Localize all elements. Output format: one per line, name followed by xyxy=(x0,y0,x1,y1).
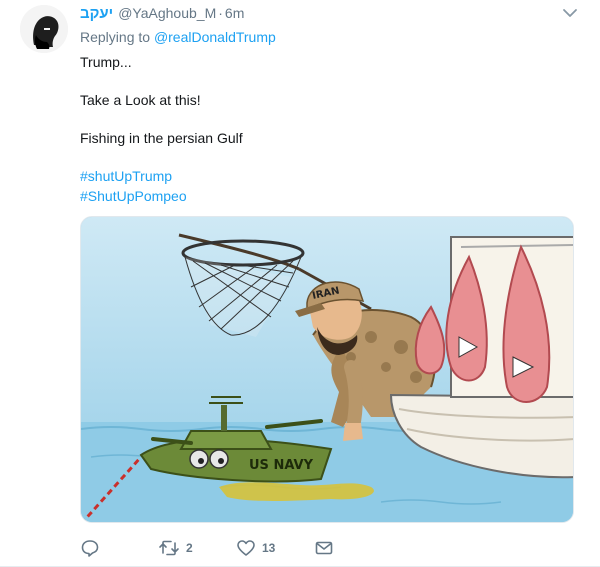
tweet-header: יעקב @YaAghoub_M · 6m xyxy=(80,4,244,22)
retweet-count: 2 xyxy=(186,541,193,555)
heart-icon xyxy=(237,540,255,556)
hashtag-link[interactable]: #ShutUpPompeo xyxy=(80,186,580,206)
like-count: 13 xyxy=(262,541,276,555)
avatar[interactable] xyxy=(20,5,68,53)
separator-dot: · xyxy=(218,5,223,21)
tweet-line: Fishing in the persian Gulf xyxy=(80,130,243,146)
display-name[interactable]: יעקב xyxy=(80,5,113,22)
replying-to: Replying to @realDonaldTrump xyxy=(80,29,276,45)
user-handle[interactable]: @YaAghoub_M xyxy=(118,5,216,21)
direct-message-button[interactable] xyxy=(314,536,354,560)
tweet[interactable]: יעקב @YaAghoub_M · 6m Replying to @realD… xyxy=(0,0,600,567)
replying-to-label: Replying to xyxy=(80,29,151,45)
chevron-down-icon[interactable] xyxy=(562,6,578,18)
avatar-image xyxy=(20,5,68,53)
reply-icon xyxy=(81,540,99,557)
replying-to-mention[interactable]: @realDonaldTrump xyxy=(154,29,276,45)
retweet-icon xyxy=(159,540,179,556)
tweet-line: Trump... xyxy=(80,54,132,70)
tweet-actions: 2 13 xyxy=(80,536,354,560)
like-button[interactable]: 13 xyxy=(236,536,314,560)
envelope-icon xyxy=(315,541,333,555)
tweet-line: Take a Look at this! xyxy=(80,92,201,108)
tweet-text: Trump... Take a Look at this! Fishing in… xyxy=(80,52,580,206)
retweet-button[interactable]: 2 xyxy=(158,536,236,560)
tweet-media-image[interactable]: IRAN US NAVY xyxy=(80,216,574,523)
timestamp[interactable]: 6m xyxy=(225,5,244,21)
boat-label: US NAVY xyxy=(249,458,314,473)
cartoon-illustration: IRAN US NAVY xyxy=(81,217,573,522)
reply-button[interactable] xyxy=(80,536,158,560)
hashtag-link[interactable]: #shutUpTrump xyxy=(80,166,580,186)
